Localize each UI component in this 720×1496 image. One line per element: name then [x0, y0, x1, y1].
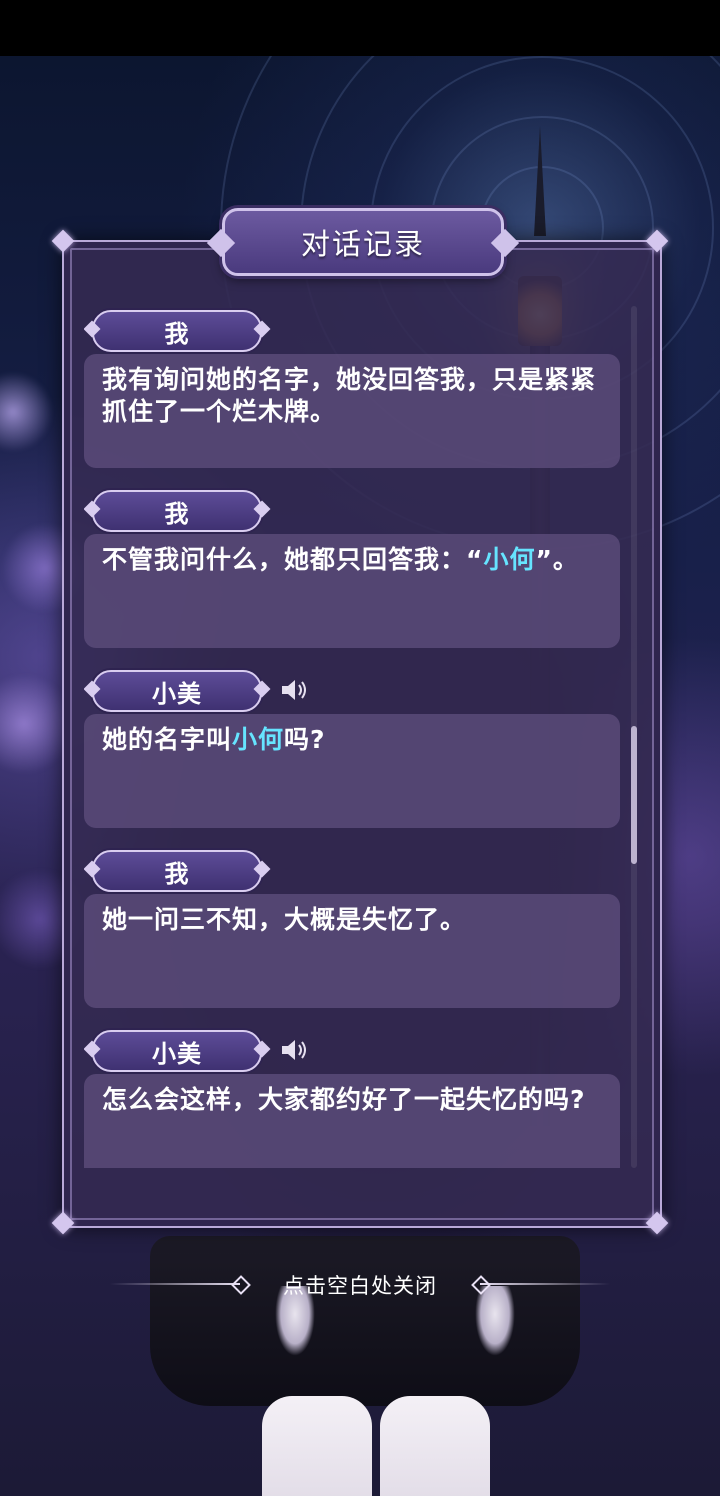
dialog-text: 她的名字叫小何吗? — [102, 724, 602, 756]
dialog-text-segment: 不管我问什么，她都只回答我：“ — [102, 545, 484, 574]
dialog-text: 怎么会这样，大家都约好了一起失忆的吗? — [102, 1084, 602, 1116]
dialog-entry: 我她一问三不知，大概是失忆了。 — [84, 840, 624, 1010]
speaker-volume-icon[interactable] — [280, 678, 310, 702]
speaker-name: 小美 — [152, 1039, 202, 1068]
scrollbar-thumb[interactable] — [631, 725, 637, 864]
scrollbar[interactable] — [631, 306, 637, 1168]
dialog-entry: 小美她的名字叫小何吗? — [84, 660, 624, 830]
dialog-bubble: 她一问三不知，大概是失忆了。 — [84, 894, 620, 1008]
dialog-log-title-plate: 对话记录 — [206, 208, 520, 276]
speaker-name: 我 — [164, 319, 190, 348]
dialog-entry: 小美怎么会这样，大家都约好了一起失忆的吗? — [84, 1020, 624, 1168]
diamond-icon — [231, 1275, 251, 1295]
dialog-bubble: 怎么会这样，大家都约好了一起失忆的吗? — [84, 1074, 620, 1168]
dialog-text: 不管我问什么，她都只回答我：“小何”。 — [102, 544, 602, 576]
dialog-text-segment: ”。 — [535, 545, 579, 574]
close-hint[interactable]: 点击空白处关闭 — [110, 1266, 610, 1302]
speaker-name: 小美 — [152, 679, 202, 708]
dialog-text-segment: 我有询问她的名字，她没回答我，只是紧紧抓住了一个烂木牌。 — [102, 365, 597, 426]
dialog-text-segment: 怎么会这样，大家都约好了一起失忆的吗? — [102, 1085, 586, 1114]
dialog-text-segment: 她一问三不知，大概是失忆了。 — [102, 905, 467, 934]
close-hint-text: 点击空白处关闭 — [283, 1274, 437, 1298]
highlighted-name: 小何 — [232, 725, 285, 754]
dialog-bubble: 她的名字叫小何吗? — [84, 714, 620, 828]
dialog-log-list[interactable]: 我我有询问她的名字，她没回答我，只是紧紧抓住了一个烂木牌。我不管我问什么，她都只… — [84, 300, 624, 1168]
character-skirt — [150, 1236, 580, 1406]
dialog-entry: 我不管我问什么，她都只回答我：“小何”。 — [84, 480, 624, 650]
status-bar — [0, 0, 720, 56]
speaker-tag: 小美 — [92, 670, 262, 712]
dialog-bubble: 不管我问什么，她都只回答我：“小何”。 — [84, 534, 620, 648]
speaker-volume-icon[interactable] — [280, 1038, 310, 1062]
speaker-tag: 我 — [92, 850, 262, 892]
highlighted-name: 小何 — [483, 545, 536, 574]
speaker-name: 我 — [164, 499, 190, 528]
dialog-log-title: 对话记录 — [300, 227, 425, 261]
speaker-name: 我 — [164, 859, 190, 888]
speaker-tag: 我 — [92, 310, 262, 352]
character-leg — [380, 1396, 490, 1496]
character-leg — [262, 1396, 372, 1496]
dialog-bubble: 我有询问她的名字，她没回答我，只是紧紧抓住了一个烂木牌。 — [84, 354, 620, 468]
speaker-tag: 小美 — [92, 1030, 262, 1072]
dialog-text: 我有询问她的名字，她没回答我，只是紧紧抓住了一个烂木牌。 — [102, 364, 602, 428]
dialog-text-segment: 她的名字叫 — [102, 725, 233, 754]
dialog-text-segment: 吗? — [284, 725, 326, 754]
dialog-entry: 我我有询问她的名字，她没回答我，只是紧紧抓住了一个烂木牌。 — [84, 300, 624, 470]
dialog-text: 她一问三不知，大概是失忆了。 — [102, 904, 602, 936]
speaker-tag: 我 — [92, 490, 262, 532]
diamond-icon — [471, 1275, 491, 1295]
